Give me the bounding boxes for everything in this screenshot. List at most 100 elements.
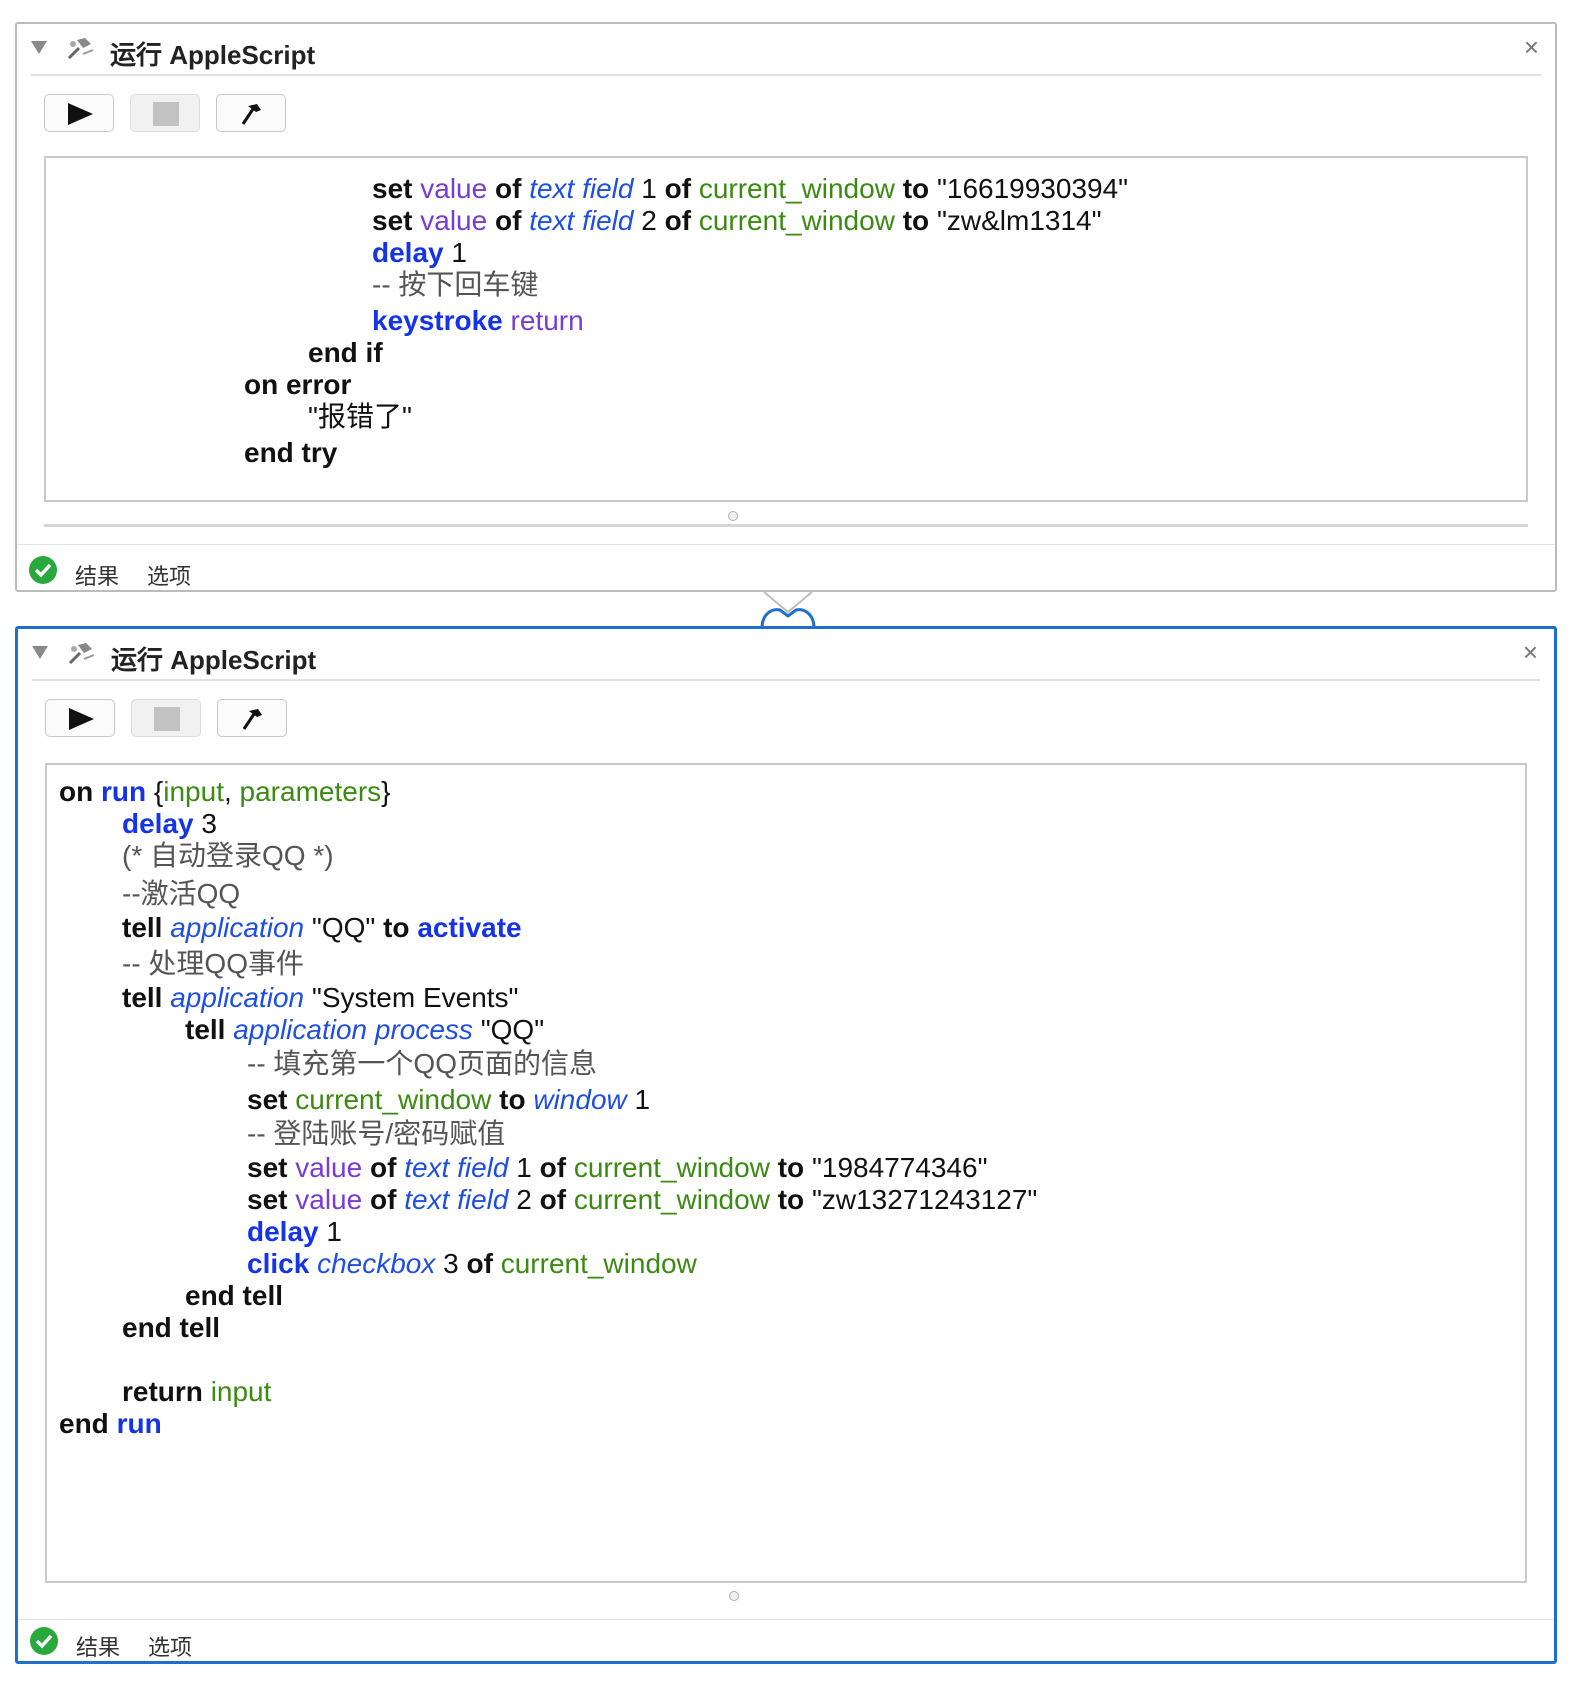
code-token: run bbox=[101, 776, 147, 807]
code-token: of bbox=[664, 173, 699, 204]
code-token: set bbox=[247, 1084, 296, 1115]
action-header: 运行 AppleScript × bbox=[17, 24, 1555, 74]
code-token: set bbox=[372, 205, 421, 236]
stop-button[interactable] bbox=[131, 699, 201, 737]
code-token: set bbox=[372, 173, 421, 204]
code-token: , bbox=[223, 776, 240, 807]
code-token: current_window bbox=[698, 205, 895, 236]
code-line: delay 1 bbox=[372, 236, 467, 270]
code-line: set value of text field 1 of current_win… bbox=[372, 172, 1128, 206]
action-title: 运行 AppleScript bbox=[110, 40, 316, 70]
code-token: of bbox=[539, 1152, 574, 1183]
code-line: set value of text field 1 of current_win… bbox=[247, 1151, 988, 1185]
code-token: (* 自动登录QQ *) bbox=[122, 840, 334, 871]
code-line: -- 填充第一个QQ页面的信息 bbox=[247, 1047, 597, 1081]
code-token: checkbox bbox=[317, 1248, 436, 1279]
code-token: value bbox=[420, 173, 488, 204]
code-token: on error bbox=[244, 369, 352, 400]
code-token: "1984774346" bbox=[811, 1152, 988, 1183]
code-token: { bbox=[146, 776, 164, 807]
script-editor[interactable]: set value of text field 1 of current_win… bbox=[44, 156, 1528, 502]
code-line: -- 按下回车键 bbox=[372, 268, 538, 302]
code-token: -- 按下回车键 bbox=[372, 269, 539, 300]
code-line: delay 1 bbox=[247, 1215, 342, 1249]
code-token: end tell bbox=[122, 1312, 221, 1343]
code-token: value bbox=[295, 1184, 363, 1215]
results-tab[interactable]: 结果 bbox=[75, 559, 119, 591]
code-line: delay 3 bbox=[122, 807, 217, 841]
code-line: tell application "QQ" to activate bbox=[122, 911, 522, 945]
stop-button[interactable] bbox=[130, 94, 200, 132]
code-line: set current_window to window 1 bbox=[247, 1083, 650, 1117]
code-token: text field bbox=[404, 1152, 509, 1183]
code-token: "QQ" bbox=[304, 912, 384, 943]
code-token: return bbox=[122, 1376, 211, 1407]
disclosure-triangle-icon[interactable] bbox=[32, 646, 48, 659]
action-panel-1: 运行 AppleScript × set value of text field… bbox=[15, 22, 1557, 592]
code-line: end tell bbox=[122, 1311, 220, 1345]
resize-handle[interactable] bbox=[728, 511, 738, 521]
play-icon bbox=[68, 103, 93, 125]
code-token: delay bbox=[372, 237, 444, 268]
code-line: set value of text field 2 of current_win… bbox=[247, 1183, 1037, 1217]
code-token: of bbox=[664, 205, 699, 236]
code-line: -- 登陆账号/密码赋值 bbox=[247, 1117, 505, 1151]
run-button[interactable] bbox=[45, 699, 115, 737]
code-token: current_window bbox=[500, 1248, 697, 1279]
disclosure-triangle-icon[interactable] bbox=[31, 41, 47, 54]
compile-button[interactable] bbox=[217, 699, 287, 737]
code-line: -- 处理QQ事件 bbox=[122, 947, 304, 981]
resize-handle[interactable] bbox=[729, 1591, 739, 1601]
code-token: 1 bbox=[508, 1152, 540, 1183]
code-line: "报错了" bbox=[308, 400, 412, 434]
results-tab[interactable]: 结果 bbox=[76, 1630, 120, 1662]
code-token: to bbox=[894, 205, 937, 236]
options-tab[interactable]: 选项 bbox=[147, 559, 191, 591]
code-line: end tell bbox=[185, 1279, 283, 1313]
code-token: "报错了" bbox=[308, 401, 412, 432]
play-icon bbox=[69, 708, 94, 730]
code-token: text field bbox=[404, 1184, 509, 1215]
code-token: text field bbox=[529, 205, 634, 236]
code-token: to bbox=[491, 1084, 534, 1115]
options-tab[interactable]: 选项 bbox=[148, 1630, 192, 1662]
resize-splitter[interactable] bbox=[44, 524, 1528, 527]
code-token: --激活QQ bbox=[122, 878, 241, 909]
code-token: input bbox=[210, 1376, 272, 1407]
divider bbox=[18, 1619, 1554, 1620]
code-token: } bbox=[381, 776, 391, 807]
action-header: 运行 AppleScript × bbox=[18, 629, 1554, 679]
code-token: 1 bbox=[626, 1084, 651, 1115]
code-token: of bbox=[487, 173, 530, 204]
code-token: application bbox=[170, 912, 305, 943]
code-token: to bbox=[894, 173, 937, 204]
code-token: "16619930394" bbox=[936, 173, 1129, 204]
code-token: text field bbox=[529, 173, 634, 204]
code-token: 3 bbox=[193, 808, 217, 839]
code-line: keystroke return bbox=[372, 304, 584, 338]
code-token: 2 bbox=[633, 205, 665, 236]
code-token: end try bbox=[244, 437, 338, 468]
code-token: to bbox=[383, 912, 418, 943]
divider bbox=[32, 679, 1540, 681]
compile-button[interactable] bbox=[216, 94, 286, 132]
code-token: 1 bbox=[443, 237, 467, 268]
code-token: current_window bbox=[573, 1152, 770, 1183]
script-editor[interactable]: on run {input, parameters} delay 3 (* 自动登录… bbox=[45, 763, 1527, 1583]
run-button[interactable] bbox=[44, 94, 114, 132]
close-icon[interactable]: × bbox=[1524, 32, 1539, 63]
action-panel-2: 运行 AppleScript × on run {input, paramete… bbox=[15, 626, 1557, 1664]
code-token: current_window bbox=[698, 173, 895, 204]
code-token: 1 bbox=[318, 1216, 342, 1247]
stop-icon bbox=[153, 102, 179, 126]
code-token: 3 bbox=[435, 1248, 467, 1279]
code-token: set bbox=[247, 1152, 296, 1183]
close-icon[interactable]: × bbox=[1523, 637, 1538, 668]
code-token: -- 处理QQ事件 bbox=[122, 948, 304, 979]
code-token: "zw&lm1314" bbox=[936, 205, 1102, 236]
code-line: end if bbox=[308, 336, 383, 370]
code-line: (* 自动登录QQ *) bbox=[122, 839, 334, 873]
code-token: delay bbox=[247, 1216, 319, 1247]
code-token: input bbox=[163, 776, 224, 807]
code-token: to bbox=[769, 1184, 812, 1215]
